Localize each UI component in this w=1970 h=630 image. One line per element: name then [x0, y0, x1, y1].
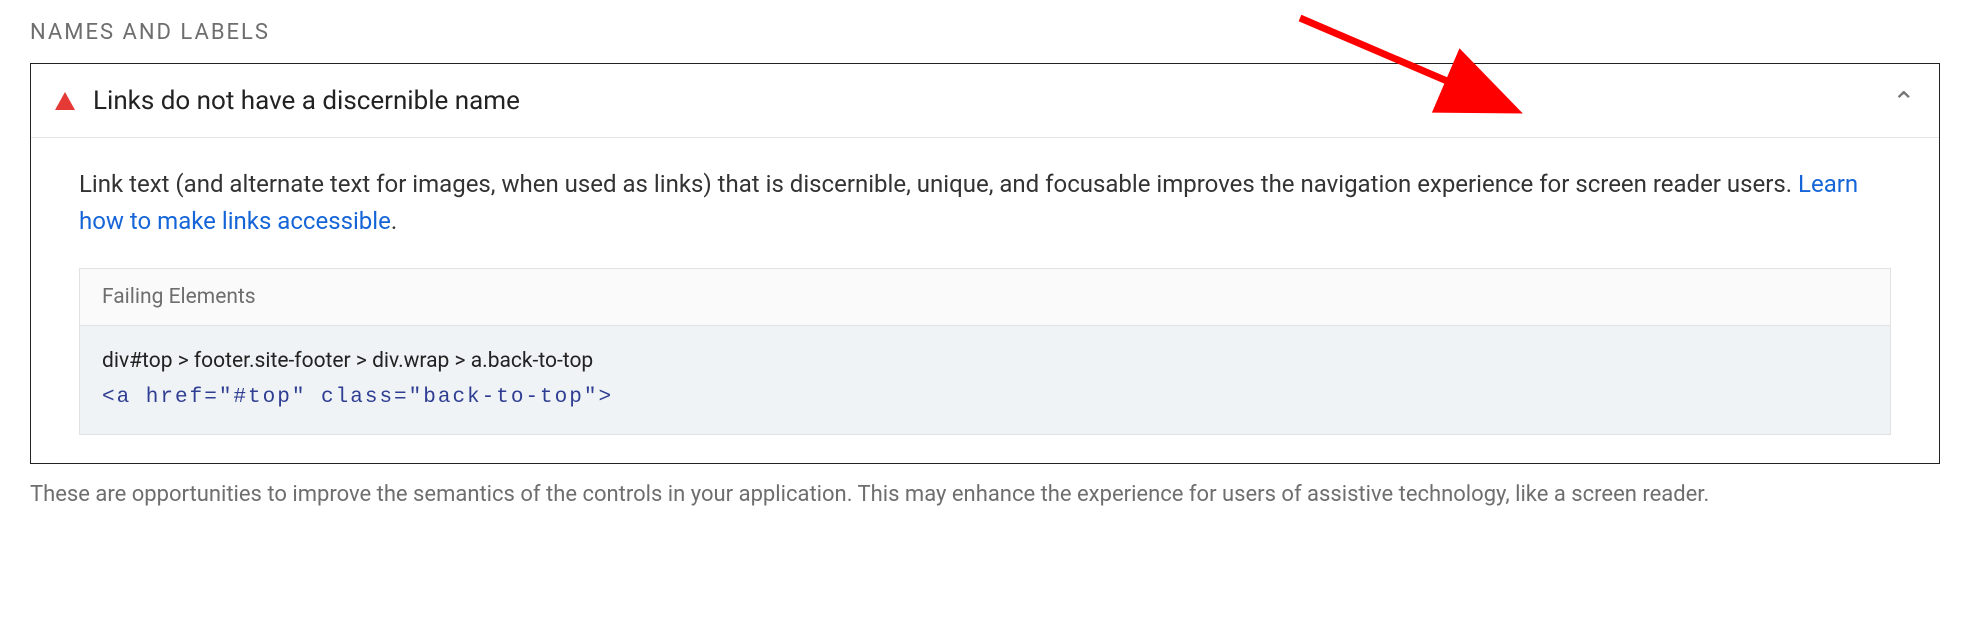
section-footnote: These are opportunities to improve the s…: [30, 480, 1940, 511]
failing-element-snippet: <a href="#top" class="back-to-top">: [102, 380, 1868, 416]
audit-description: Link text (and alternate text for images…: [79, 166, 1891, 240]
failing-element-selector: div#top > footer.site-footer > div.wrap …: [102, 344, 1868, 380]
audit-description-text: Link text (and alternate text for images…: [79, 170, 1798, 198]
failing-elements-header: Failing Elements: [80, 269, 1890, 326]
audit-header-row[interactable]: Links do not have a discernible name ⌄: [31, 64, 1939, 138]
failing-elements-panel: Failing Elements div#top > footer.site-f…: [79, 268, 1891, 434]
audit-title: Links do not have a discernible name: [93, 86, 1892, 116]
failing-element-row: div#top > footer.site-footer > div.wrap …: [80, 326, 1890, 433]
chevron-up-icon[interactable]: ⌄: [1892, 84, 1915, 117]
warning-triangle-icon: [55, 92, 75, 110]
audit-card: Links do not have a discernible name ⌄ L…: [30, 63, 1940, 464]
audit-description-period: .: [391, 207, 397, 235]
section-header: NAMES AND LABELS: [30, 20, 1940, 45]
audit-body: Link text (and alternate text for images…: [31, 138, 1939, 463]
